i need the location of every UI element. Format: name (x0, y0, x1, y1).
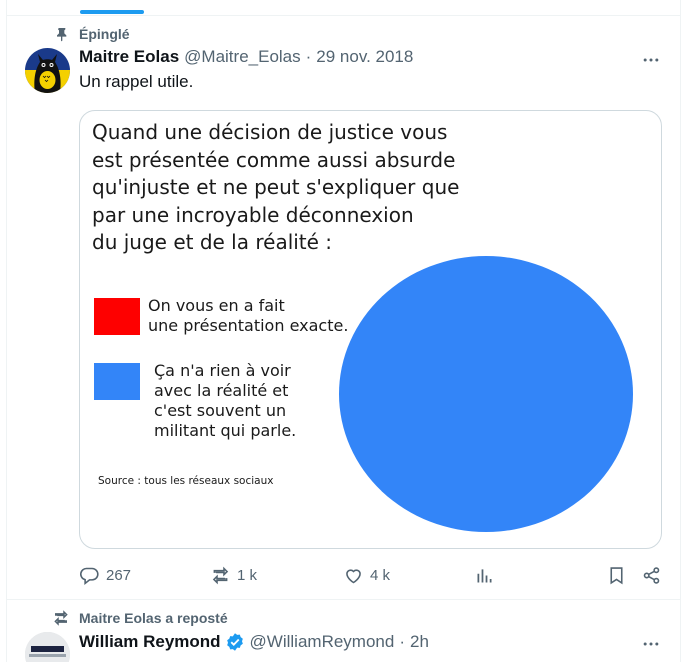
tweet-header: William Reymond @WilliamReymond · 2h (79, 631, 429, 653)
author-name[interactable]: William Reymond (79, 632, 221, 652)
tweet-media-image[interactable]: Quand une décision de justice vous est p… (79, 110, 662, 549)
author-name[interactable]: Maitre Eolas (79, 47, 179, 67)
bookmark-button[interactable] (606, 562, 627, 588)
repost-button[interactable]: 1 k (210, 562, 257, 588)
heart-icon (346, 568, 361, 583)
more-icon (643, 58, 659, 62)
legend-label-exact: On vous en a fait une présentation exact… (148, 296, 348, 336)
tweet-divider (6, 599, 681, 600)
avatar[interactable] (25, 48, 70, 93)
active-tab-indicator (80, 10, 144, 14)
pin-icon (57, 28, 67, 42)
like-button[interactable]: 4 k (343, 562, 390, 588)
share-icon (643, 566, 660, 584)
like-count: 4 k (370, 566, 391, 584)
pie-chart (339, 256, 633, 532)
reply-button[interactable]: 267 (79, 562, 131, 588)
image-title-line: du juge et de la réalité : (92, 230, 333, 254)
reply-icon (80, 567, 99, 585)
separator-dot: · (399, 632, 406, 651)
repost-label[interactable]: Maitre Eolas a reposté (79, 610, 228, 626)
totoro-avatar-image (25, 48, 70, 93)
pie-slice (339, 256, 633, 532)
legend-line: militant qui parle. (154, 421, 297, 440)
tweet-actions: 267 1 k 4 k (0, 562, 698, 588)
more-options-button[interactable] (640, 49, 662, 71)
views-button[interactable] (474, 562, 495, 588)
repost-icon (212, 566, 229, 584)
legend-line: Ça n'a rien à voir (154, 361, 291, 380)
legend-line: avec la réalité et (154, 381, 289, 400)
legend-line: une présentation exacte. (148, 316, 349, 335)
repost-icon (54, 610, 68, 626)
image-title-line: qu'injuste et ne peut s'expliquer que (92, 175, 460, 199)
tweet-text: Un rappel utile. (79, 72, 194, 91)
legend-line: On vous en a fait (148, 296, 285, 315)
reply-count: 267 (106, 566, 132, 584)
image-source: Source : tous les réseaux sociaux (98, 475, 274, 487)
tweet-date[interactable]: 29 nov. 2018 (316, 47, 413, 67)
top-divider (6, 15, 681, 16)
analytics-icon (477, 568, 492, 582)
share-button[interactable] (641, 562, 662, 588)
pinned-indicator: Épinglé (54, 24, 130, 44)
legend-line: c'est souvent un (154, 401, 287, 420)
verified-badge-icon (226, 633, 243, 651)
bookmark-icon (610, 566, 623, 584)
author-handle[interactable]: @Maitre_Eolas (184, 47, 300, 67)
more-icon (643, 642, 659, 646)
pinned-label: Épinglé (79, 26, 130, 42)
author-handle[interactable]: @WilliamReymond (250, 632, 395, 652)
legend-label-militant: Ça n'a rien à voir avec la réalité et c'… (154, 361, 296, 441)
tweet-time[interactable]: 2h (410, 632, 429, 652)
image-title-line: Quand une décision de justice vous (92, 120, 448, 144)
image-title-line: par une incroyable déconnexion (92, 202, 414, 227)
image-title: Quand une décision de justice vous est p… (92, 119, 512, 257)
legend-swatch-blue (94, 363, 140, 400)
separator-dot: · (305, 47, 312, 66)
tweet-header: Maitre Eolas @Maitre_Eolas · 29 nov. 201… (79, 47, 413, 69)
legend-swatch-red (94, 298, 140, 335)
more-options-button[interactable] (640, 633, 662, 655)
image-title-line: est présentée comme aussi absurde (92, 147, 456, 172)
repost-count: 1 k (237, 566, 258, 584)
